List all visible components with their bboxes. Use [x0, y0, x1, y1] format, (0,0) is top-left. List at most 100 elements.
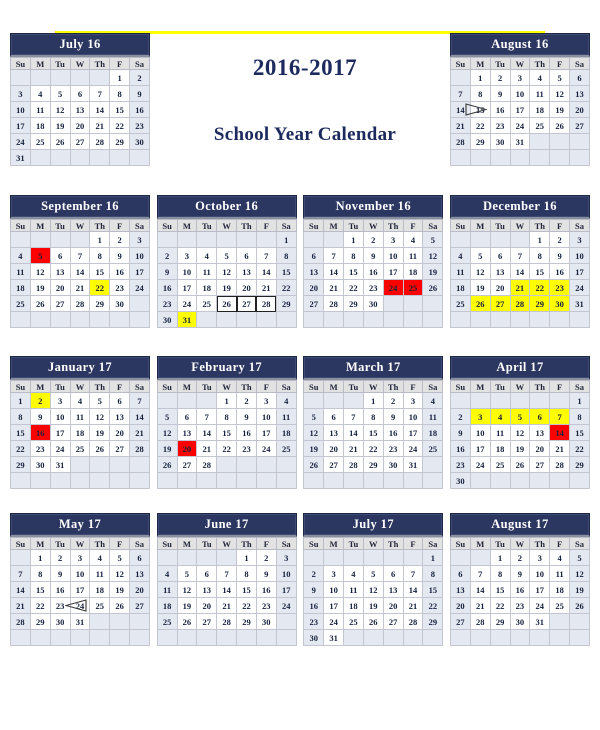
- day-cell-17[interactable]: 17: [176, 279, 198, 296]
- day-cell-22[interactable]: 22: [362, 440, 384, 457]
- day-cell-2[interactable]: 2: [382, 392, 404, 409]
- day-cell-27[interactable]: 27: [569, 117, 590, 134]
- day-cell-25[interactable]: 25: [529, 117, 551, 134]
- day-cell-23[interactable]: 23: [449, 456, 471, 473]
- day-cell-1[interactable]: 1: [89, 231, 111, 248]
- day-cell-31[interactable]: 31: [176, 311, 198, 328]
- day-cell-15[interactable]: 15: [465, 101, 491, 118]
- day-cell-11[interactable]: 11: [196, 263, 218, 280]
- day-cell-25[interactable]: 25: [343, 613, 364, 630]
- day-cell-20[interactable]: 20: [69, 117, 91, 134]
- day-cell-23[interactable]: 23: [382, 440, 404, 457]
- day-cell-14[interactable]: 14: [89, 101, 111, 118]
- day-cell-13[interactable]: 13: [49, 263, 71, 280]
- day-cell-8[interactable]: 8: [216, 408, 238, 425]
- day-cell-24[interactable]: 24: [402, 440, 424, 457]
- day-cell-30[interactable]: 30: [362, 295, 384, 312]
- day-cell-30[interactable]: 30: [29, 456, 51, 473]
- day-cell-10[interactable]: 10: [129, 247, 150, 264]
- day-cell-20[interactable]: 20: [569, 101, 590, 118]
- day-cell-18[interactable]: 18: [29, 117, 51, 134]
- day-cell-18[interactable]: 18: [10, 279, 31, 296]
- day-cell-20[interactable]: 20: [176, 440, 198, 457]
- day-cell-5[interactable]: 5: [303, 408, 325, 425]
- day-cell-7[interactable]: 7: [402, 565, 424, 582]
- day-cell-12[interactable]: 12: [176, 581, 198, 598]
- day-cell-6[interactable]: 6: [303, 247, 325, 264]
- day-cell-25[interactable]: 25: [402, 279, 424, 296]
- day-cell-10[interactable]: 10: [402, 408, 424, 425]
- day-cell-3[interactable]: 3: [402, 392, 424, 409]
- day-cell-5[interactable]: 5: [29, 247, 51, 264]
- day-cell-13[interactable]: 13: [129, 565, 150, 582]
- day-cell-30[interactable]: 30: [489, 133, 511, 150]
- day-cell-16[interactable]: 16: [129, 101, 150, 118]
- day-cell-18[interactable]: 18: [422, 424, 444, 441]
- day-cell-1[interactable]: 1: [469, 69, 491, 86]
- day-cell-29[interactable]: 29: [275, 295, 297, 312]
- day-cell-14[interactable]: 14: [323, 263, 344, 280]
- day-cell-25[interactable]: 25: [156, 613, 178, 630]
- day-cell-25[interactable]: 25: [10, 295, 31, 312]
- day-cell-2[interactable]: 2: [549, 231, 571, 248]
- day-cell-18[interactable]: 18: [449, 279, 471, 296]
- day-cell-23[interactable]: 23: [109, 279, 131, 296]
- day-cell-7[interactable]: 7: [89, 85, 111, 102]
- day-cell-13[interactable]: 13: [69, 101, 91, 118]
- day-cell-14[interactable]: 14: [449, 101, 471, 118]
- day-cell-22[interactable]: 22: [275, 279, 297, 296]
- day-cell-14[interactable]: 14: [469, 581, 491, 598]
- day-cell-24[interactable]: 24: [509, 117, 531, 134]
- day-cell-23[interactable]: 23: [129, 117, 150, 134]
- day-cell-22[interactable]: 22: [422, 597, 444, 614]
- day-cell-4[interactable]: 4: [549, 549, 571, 566]
- day-cell-28[interactable]: 28: [323, 295, 344, 312]
- day-cell-16[interactable]: 16: [362, 263, 384, 280]
- day-cell-23[interactable]: 23: [156, 295, 178, 312]
- day-cell-13[interactable]: 13: [196, 581, 218, 598]
- day-cell-24[interactable]: 24: [10, 133, 31, 150]
- day-cell-15[interactable]: 15: [236, 581, 257, 598]
- day-cell-25[interactable]: 25: [449, 295, 471, 312]
- day-cell-4[interactable]: 4: [196, 247, 218, 264]
- day-cell-21[interactable]: 21: [89, 117, 111, 134]
- day-cell-10[interactable]: 10: [10, 101, 31, 118]
- day-cell-14[interactable]: 14: [216, 581, 238, 598]
- day-cell-6[interactable]: 6: [49, 247, 71, 264]
- day-cell-22[interactable]: 22: [343, 279, 364, 296]
- day-cell-27[interactable]: 27: [489, 295, 511, 312]
- day-cell-7[interactable]: 7: [10, 565, 31, 582]
- day-cell-28[interactable]: 28: [402, 613, 424, 630]
- day-cell-8[interactable]: 8: [109, 85, 131, 102]
- day-cell-14[interactable]: 14: [402, 581, 424, 598]
- day-cell-13[interactable]: 13: [176, 424, 198, 441]
- day-cell-26[interactable]: 26: [509, 456, 531, 473]
- day-cell-7[interactable]: 7: [196, 408, 218, 425]
- day-cell-24[interactable]: 24: [176, 295, 198, 312]
- day-cell-25[interactable]: 25: [489, 456, 511, 473]
- day-cell-9[interactable]: 9: [509, 565, 531, 582]
- day-cell-12[interactable]: 12: [422, 247, 444, 264]
- day-cell-11[interactable]: 11: [343, 581, 364, 598]
- day-cell-24[interactable]: 24: [255, 440, 277, 457]
- day-cell-21[interactable]: 21: [402, 597, 424, 614]
- day-cell-10[interactable]: 10: [176, 263, 198, 280]
- day-cell-2[interactable]: 2: [362, 231, 384, 248]
- day-cell-9[interactable]: 9: [382, 408, 404, 425]
- day-cell-23[interactable]: 23: [549, 279, 571, 296]
- day-cell-16[interactable]: 16: [489, 101, 511, 118]
- day-cell-15[interactable]: 15: [29, 581, 51, 598]
- day-cell-31[interactable]: 31: [69, 613, 91, 630]
- day-cell-18[interactable]: 18: [89, 581, 111, 598]
- day-cell-19[interactable]: 19: [469, 279, 491, 296]
- day-cell-16[interactable]: 16: [509, 581, 531, 598]
- day-cell-2[interactable]: 2: [49, 549, 71, 566]
- day-cell-3[interactable]: 3: [275, 549, 297, 566]
- day-cell-8[interactable]: 8: [343, 247, 364, 264]
- day-cell-18[interactable]: 18: [196, 279, 218, 296]
- day-cell-20[interactable]: 20: [529, 440, 551, 457]
- day-cell-13[interactable]: 13: [569, 85, 590, 102]
- day-cell-14[interactable]: 14: [69, 263, 91, 280]
- day-cell-16[interactable]: 16: [29, 424, 51, 441]
- day-cell-7[interactable]: 7: [255, 247, 277, 264]
